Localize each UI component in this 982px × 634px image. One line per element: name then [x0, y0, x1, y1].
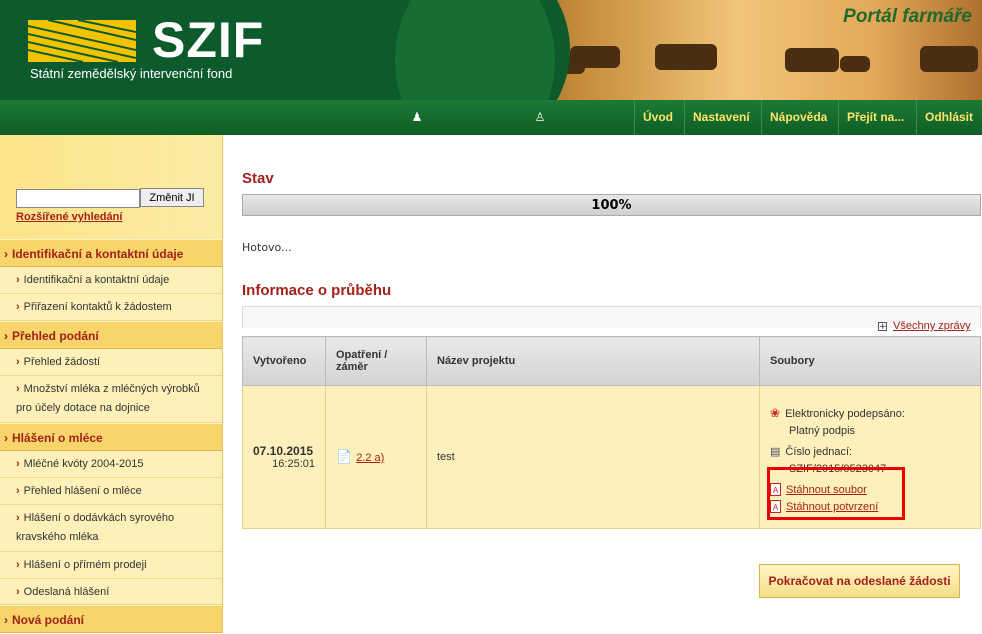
nav-nastaveni[interactable]: Nastavení	[684, 100, 758, 135]
status-text: Hotovo...	[242, 241, 292, 254]
sidebar-item-milk-quantity[interactable]: › Množství mléka z mléčných výrobků pro ú…	[0, 376, 222, 423]
chevron-right-icon: ›	[16, 383, 20, 395]
chevron-right-icon: ›	[4, 247, 8, 261]
chevron-right-icon: ›	[16, 356, 20, 368]
sidebar-section-identification[interactable]: › Identifikační a kontaktní údaje	[0, 239, 222, 267]
chevron-right-icon: ›	[16, 274, 20, 286]
book-icon: ▤	[770, 445, 781, 458]
chevron-right-icon: ›	[4, 329, 8, 343]
created-time: 16:25:01	[272, 458, 315, 470]
sidebar-section-new-submissions[interactable]: › Nová podání	[0, 605, 222, 633]
highlight-box	[767, 467, 905, 520]
portal-title: Portál farmáře	[843, 6, 972, 27]
sidebar-item-raw-milk-deliveries[interactable]: › Hlášení o dodávkách syrového kravského …	[0, 505, 222, 552]
chevron-right-icon: ›	[16, 301, 20, 313]
info-title: Informace o průběhu	[242, 282, 392, 299]
logo-text: SZIF	[152, 12, 265, 68]
chevron-right-icon: ›	[16, 485, 20, 497]
col-measure: Opatření / záměr	[325, 336, 427, 386]
sidebar-section-milk-reports[interactable]: › Hlášení o mléce	[0, 423, 222, 451]
sidebar-item-sent-reports[interactable]: › Odeslaná hlášení	[0, 579, 222, 605]
chevron-right-icon: ›	[16, 458, 20, 470]
chevron-right-icon: ›	[4, 431, 8, 445]
col-project: Název projektu	[426, 336, 760, 386]
sidebar-section-submissions[interactable]: › Přehled podání	[0, 321, 222, 349]
sidebar-item-applications[interactable]: › Přehled žádostí	[0, 349, 222, 376]
sidebar: Změnit JI Rozšířené vyhledání › Identifik…	[0, 135, 223, 633]
signed-label: Elektronicky podepsáno:	[785, 407, 905, 420]
ref-label: Číslo jednací:	[785, 445, 853, 458]
sidebar-item-direct-sales[interactable]: › Hlášení o přímém prodeji	[0, 552, 222, 579]
progress-label: 100%	[591, 198, 632, 213]
col-created: Vytvořeno	[242, 336, 326, 386]
header-banner: SZIF Státní zemědělský intervenční fond …	[0, 0, 982, 100]
farmer-icon[interactable]: ♟	[410, 110, 424, 124]
cell-measure: 📄 2.2 a)	[325, 385, 427, 529]
document-icon: 📄	[336, 449, 353, 464]
top-navigation: ♟ ♙ Úvod Nastavení Nápověda Přejít na...…	[0, 100, 982, 135]
signature-seal-icon: ❀	[770, 405, 781, 420]
all-messages-link[interactable]: Všechny zprávy	[893, 320, 971, 332]
sidebar-item-milk-quotas[interactable]: › Mléčné kvóty 2004-2015	[0, 451, 222, 478]
created-date: 07.10.2015	[253, 444, 314, 458]
szif-logo-icon	[28, 20, 136, 62]
advanced-search-link[interactable]: Rozšířené vyhledání	[16, 211, 122, 223]
chevron-right-icon: ›	[16, 559, 20, 571]
sidebar-item-identification[interactable]: › Identifikační a kontaktní údaje	[0, 267, 222, 294]
nav-uvod[interactable]: Úvod	[634, 100, 681, 135]
measure-link[interactable]: 2.2 a)	[356, 452, 384, 464]
progress-bar: 100%	[242, 194, 981, 216]
sidebar-item-milk-overview[interactable]: › Přehled hlášení o mléce	[0, 478, 222, 505]
continue-to-sent-applications-button[interactable]: Pokračovat na odeslané žádosti	[759, 564, 960, 598]
chevron-right-icon: ›	[16, 512, 20, 524]
chevron-right-icon: ›	[16, 586, 20, 598]
info-bar	[242, 306, 981, 328]
nav-prejit-na[interactable]: Přejít na...	[838, 100, 912, 135]
cell-project: test	[426, 385, 760, 529]
signed-value: Platný podpis	[789, 424, 856, 437]
col-files: Soubory	[759, 336, 981, 386]
search-input[interactable]	[16, 189, 140, 208]
user-icon[interactable]: ♙	[533, 110, 547, 124]
nav-odhlasit[interactable]: Odhlásit	[916, 100, 981, 135]
chevron-right-icon: ›	[4, 613, 8, 627]
expand-plus-icon[interactable]: +	[878, 322, 887, 332]
status-title: Stav	[242, 170, 274, 187]
sidebar-item-contact-assignment[interactable]: › Přiřazení kontaktů k žádostem	[0, 294, 222, 321]
nav-napoveda[interactable]: Nápověda	[761, 100, 835, 135]
cell-created: 07.10.2015 16:25:01	[242, 385, 326, 529]
change-ji-button[interactable]: Změnit JI	[140, 188, 204, 207]
logo-subtitle: Státní zemědělský intervenční fond	[30, 66, 233, 81]
